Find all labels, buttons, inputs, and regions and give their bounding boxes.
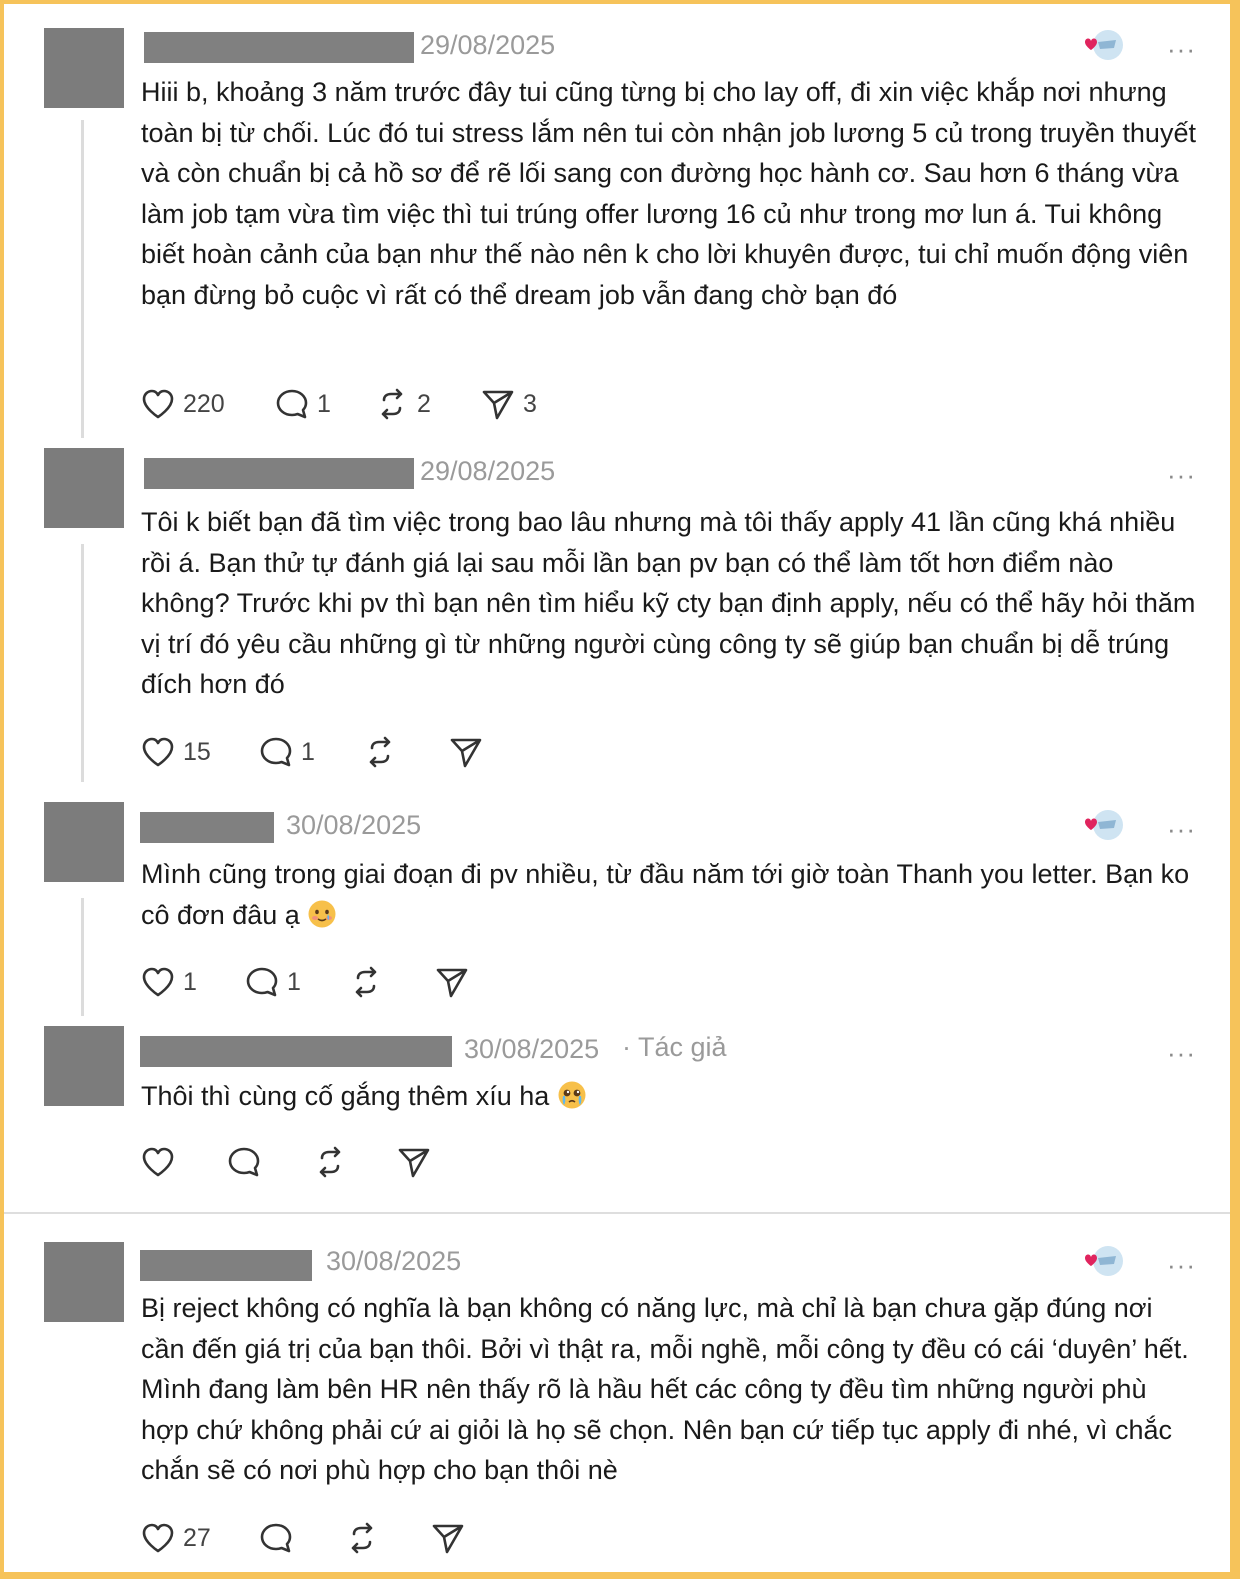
like-count: 27 xyxy=(183,1523,211,1552)
send-icon xyxy=(398,1148,430,1178)
post-text: Bị reject không có nghĩa là bạn không có… xyxy=(141,1293,1189,1485)
reply-count: 1 xyxy=(317,389,331,418)
heart-icon xyxy=(142,967,174,997)
section-divider xyxy=(4,1212,1230,1214)
post-date[interactable]: 30/08/2025 xyxy=(464,1034,599,1065)
like-count: 15 xyxy=(183,737,211,766)
reply-post: 30/08/2025 ··· Bị reject không có nghĩa … xyxy=(4,1242,1230,1572)
action-bar: 15 1 xyxy=(141,732,509,772)
author-reply-post: 30/08/2025 · Tác giả ··· Thôi thì cùng c… xyxy=(4,1026,1230,1202)
repost-button[interactable] xyxy=(313,1146,397,1178)
comment-icon xyxy=(228,1147,260,1177)
repost-icon xyxy=(319,1146,341,1178)
share-button[interactable] xyxy=(449,736,509,768)
action-bar xyxy=(141,1142,457,1182)
repost-icon xyxy=(381,388,403,420)
post-text-content: Mình cũng trong giai đoạn đi pv nhiều, t… xyxy=(141,859,1190,930)
more-options-icon[interactable]: ··· xyxy=(1167,462,1196,488)
redacted-username[interactable] xyxy=(140,1250,312,1281)
action-bar: 1 1 xyxy=(141,962,495,1002)
send-icon xyxy=(482,390,514,420)
like-button[interactable] xyxy=(141,1146,227,1178)
avatar[interactable] xyxy=(44,28,124,108)
pleading-face-with-tears-icon xyxy=(558,1081,586,1109)
like-button[interactable]: 1 xyxy=(141,966,245,998)
redacted-username[interactable] xyxy=(140,1036,452,1067)
heart-icon xyxy=(142,1147,174,1177)
redacted-username[interactable] xyxy=(144,32,414,63)
share-button[interactable]: 3 xyxy=(481,388,571,420)
like-button[interactable]: 220 xyxy=(141,388,275,420)
heart-icon xyxy=(142,737,174,767)
more-options-icon[interactable]: ··· xyxy=(1167,36,1196,62)
author-liked-badge xyxy=(1076,1244,1126,1280)
author-tag: · Tác giả xyxy=(622,1032,727,1062)
heart-icon xyxy=(142,1523,174,1553)
thread-line xyxy=(81,120,84,438)
comment-icon xyxy=(260,1523,292,1553)
author-liked-badge xyxy=(1076,808,1126,844)
reply-button[interactable]: 1 xyxy=(259,736,363,768)
avatar[interactable] xyxy=(44,1242,124,1322)
repost-count: 2 xyxy=(417,389,431,418)
post-date[interactable]: 29/08/2025 xyxy=(420,456,555,487)
more-options-icon[interactable]: ··· xyxy=(1167,1252,1196,1278)
more-options-icon[interactable]: ··· xyxy=(1167,1040,1196,1066)
post-date[interactable]: 30/08/2025 xyxy=(286,810,421,841)
comment-icon xyxy=(246,967,278,997)
reply-count: 1 xyxy=(287,967,301,996)
comment-icon xyxy=(276,389,308,419)
reply-post: 30/08/2025 ··· Mình cũng trong giai đoạn… xyxy=(4,802,1230,1026)
send-icon xyxy=(436,968,468,998)
post-text: Hiii b, khoảng 3 năm trước đây tui cũng … xyxy=(141,77,1196,310)
reply-button[interactable]: 1 xyxy=(245,966,349,998)
like-count: 220 xyxy=(183,389,225,418)
post-date[interactable]: 30/08/2025 xyxy=(326,1246,461,1277)
author-liked-badge xyxy=(1076,28,1126,64)
avatar[interactable] xyxy=(44,448,124,528)
like-count: 1 xyxy=(183,967,197,996)
redacted-username[interactable] xyxy=(144,458,414,489)
reply-post: 29/08/2025 ··· Tôi k biết bạn đã tìm việ… xyxy=(4,448,1230,798)
post-text: Tôi k biết bạn đã tìm việc trong bao lâu… xyxy=(141,507,1196,699)
avatar[interactable] xyxy=(44,1026,124,1106)
avatar[interactable] xyxy=(44,802,124,882)
post-text-content: Thôi thì cùng cố gắng thêm xíu ha xyxy=(141,1081,550,1111)
thread-frame: 29/08/2025 ··· Hiii b, khoảng 3 năm trướ… xyxy=(4,4,1230,1572)
share-button[interactable] xyxy=(435,966,495,998)
reply-post: 29/08/2025 ··· Hiii b, khoảng 3 năm trướ… xyxy=(4,28,1230,448)
more-options-icon[interactable]: ··· xyxy=(1167,816,1196,842)
send-icon xyxy=(432,1524,464,1554)
thread-line xyxy=(81,898,84,1016)
repost-button[interactable] xyxy=(345,1522,431,1554)
action-bar: 27 xyxy=(141,1518,491,1558)
repost-button[interactable] xyxy=(363,736,449,768)
action-bar: 220 1 2 3 xyxy=(141,384,571,424)
comment-icon xyxy=(260,737,292,767)
redacted-username[interactable] xyxy=(140,812,274,843)
like-button[interactable]: 27 xyxy=(141,1522,259,1554)
reply-count: 1 xyxy=(301,737,315,766)
post-text: Mình cũng trong giai đoạn đi pv nhiều, t… xyxy=(141,854,1201,935)
repost-button[interactable]: 2 xyxy=(375,388,481,420)
post-text: Thôi thì cùng cố gắng thêm xíu ha xyxy=(141,1076,1201,1117)
reply-button[interactable]: 1 xyxy=(275,388,375,420)
thread-line xyxy=(81,544,84,782)
share-button[interactable] xyxy=(397,1146,457,1178)
smiling-face-with-tear-icon xyxy=(308,900,336,927)
share-count: 3 xyxy=(523,389,537,418)
repost-button[interactable] xyxy=(349,966,435,998)
repost-icon xyxy=(351,1522,373,1554)
heart-icon xyxy=(142,389,174,419)
send-icon xyxy=(450,738,482,768)
post-date[interactable]: 29/08/2025 xyxy=(420,30,555,61)
share-button[interactable] xyxy=(431,1522,491,1554)
like-button[interactable]: 15 xyxy=(141,736,259,768)
repost-icon xyxy=(369,736,391,768)
reply-button[interactable] xyxy=(227,1146,313,1178)
reply-button[interactable] xyxy=(259,1522,345,1554)
repost-icon xyxy=(355,966,377,998)
